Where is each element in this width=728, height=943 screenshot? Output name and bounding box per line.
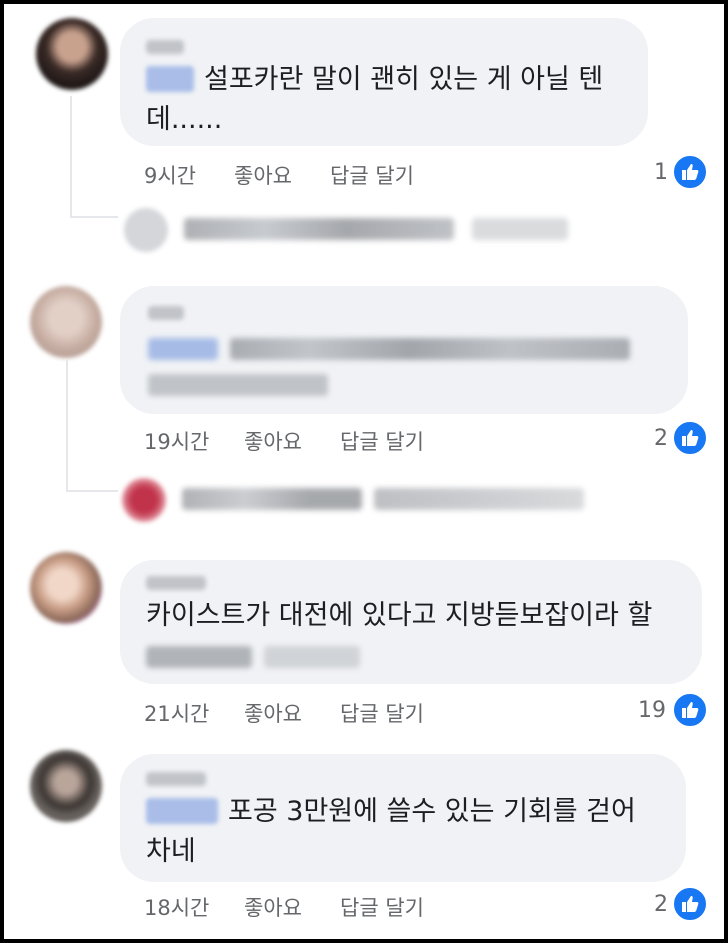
comment-text: 설포카란 말이 괜히 있는 게 아닐 텐 데...... [146,64,604,135]
comment-bubble: 포공 3만원에 쓸수 있는 기회를 걷어 차네 [120,754,686,882]
like-badge-icon[interactable] [672,154,708,190]
commenter-name[interactable] [148,306,184,320]
reply-link[interactable]: 답글 달기 [340,698,424,728]
comment-meta: 9시간 좋아요 답글 달기 [144,160,444,188]
comment-bubble: 카이스트가 대전에 있다고 지방듣보잡이라 할 [120,560,702,684]
reply-link[interactable]: 답글 달기 [340,426,424,456]
blurred-comment-text [146,646,252,668]
blurred-comment-text [148,374,328,396]
like-count: 2 [654,892,668,917]
commenter-avatar[interactable] [30,552,102,624]
commenter-name[interactable] [146,772,206,786]
comment-text: 포공 3만원에 쓸수 있는 기회를 걷어 차네 [146,796,636,867]
comment-bubble [120,286,688,414]
commenter-avatar[interactable] [30,286,102,358]
blurred-reply-preview[interactable] [184,218,454,240]
timestamp[interactable]: 18시간 [144,892,209,922]
comment-meta: 18시간 좋아요 답글 달기 [144,892,464,920]
reply-avatar[interactable] [122,478,166,522]
blurred-comment-text [230,338,630,360]
blurred-comment-text [148,338,218,360]
comment-meta: 21시간 좋아요 답글 달기 [144,698,464,726]
mention-tag[interactable] [146,66,194,92]
blurred-reply-preview[interactable] [182,488,362,510]
blurred-comment-text [264,646,360,668]
timestamp[interactable]: 9시간 [144,160,196,190]
comment-bubble: 설포카란 말이 괜히 있는 게 아닐 텐 데...... [120,18,648,146]
reply-link[interactable]: 답글 달기 [340,892,424,922]
blurred-reply-preview [472,218,568,240]
mention-tag[interactable] [146,798,218,824]
comment-text: 카이스트가 대전에 있다고 지방듣보잡이라 할 [146,600,653,631]
like-link[interactable]: 좋아요 [244,426,302,456]
like-link[interactable]: 좋아요 [244,698,302,728]
commenter-avatar[interactable] [36,18,108,90]
timestamp[interactable]: 19시간 [144,426,209,456]
like-badge-icon[interactable] [672,692,708,728]
like-count: 1 [654,160,668,185]
thread-line [66,490,118,492]
thread-line [70,216,118,218]
reply-link[interactable]: 답글 달기 [330,160,414,190]
comments-panel: 설포카란 말이 괜히 있는 게 아닐 텐 데...... 9시간 좋아요 답글 … [0,0,728,943]
commenter-name[interactable] [146,576,206,590]
like-count: 19 [638,698,666,723]
commenter-avatar[interactable] [30,750,102,822]
blurred-reply-preview [374,488,584,510]
thread-line [70,96,72,216]
like-badge-icon[interactable] [672,886,708,922]
like-link[interactable]: 좋아요 [244,892,302,922]
thread-line [66,360,68,490]
comment-meta: 19시간 좋아요 답글 달기 [144,426,464,454]
like-count: 2 [654,426,668,451]
commenter-name[interactable] [146,40,184,54]
timestamp[interactable]: 21시간 [144,698,209,728]
reply-avatar[interactable] [124,208,168,252]
like-link[interactable]: 좋아요 [234,160,292,190]
like-badge-icon[interactable] [672,420,708,456]
